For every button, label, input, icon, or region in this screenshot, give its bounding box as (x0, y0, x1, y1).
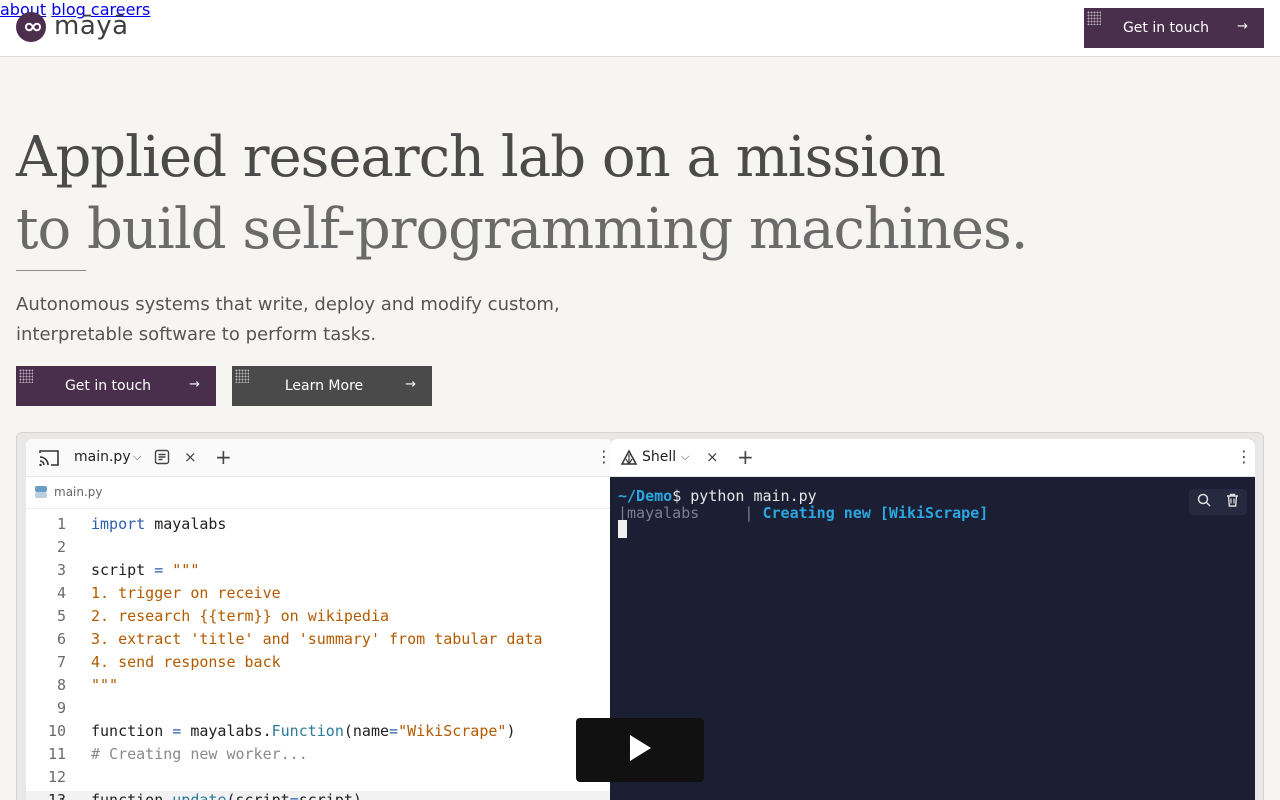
chevron-down-icon[interactable]: ⌵ (681, 450, 689, 464)
hero-title-line-2: to build self-programming machines. (16, 197, 1029, 262)
code-line: 1 import mayalabs (26, 515, 612, 538)
code-editor-pane: main.py ⌵ × + ⋮ main.py 1 import mayalab… (26, 439, 612, 800)
log-message: Creating new [WikiScrape] (753, 504, 989, 522)
terminal-toolbar (1189, 489, 1247, 515)
code-line: 12 (26, 768, 612, 791)
code-line: 4 1. trigger on receive (26, 584, 612, 607)
line-source: 2. research {{term}} on wikipedia (91, 607, 390, 625)
cast-icon[interactable] (38, 449, 60, 471)
chevron-down-icon[interactable]: ⌵ (133, 450, 141, 464)
prompt-symbol: $ (672, 487, 682, 505)
hero-title: Applied research lab on a mission to bui… (16, 122, 1116, 266)
hero-get-in-touch-button[interactable]: Get in touch → (16, 366, 216, 406)
hero-divider (16, 270, 86, 271)
button-label: Learn More (284, 378, 364, 394)
line-number: 3 (56, 561, 66, 579)
line-number: 12 (47, 768, 66, 786)
terminal-cursor (618, 520, 627, 538)
button-label: Get in touch (64, 378, 152, 394)
arrow-right-icon: → (189, 377, 200, 392)
document-icon[interactable] (154, 449, 170, 469)
editor-tab-bar: main.py ⌵ × + ⋮ (26, 439, 612, 477)
line-number: 7 (56, 653, 66, 671)
shell-icon (620, 449, 638, 471)
infinity-logo-icon (16, 12, 46, 42)
python-file-icon (34, 485, 48, 502)
add-tab-icon[interactable]: + (737, 445, 754, 469)
code-line: 5 2. research {{term}} on wikipedia (26, 607, 612, 630)
brand-logo[interactable]: māyā (16, 11, 129, 42)
code-line: 8 """ (26, 676, 612, 699)
hero-subtitle-line-1: Autonomous systems that write, deploy an… (16, 294, 560, 315)
log-source: |mayalabs | (618, 504, 754, 522)
line-source: """ (91, 676, 119, 694)
add-tab-icon[interactable]: + (215, 445, 232, 469)
line-number: 9 (56, 699, 66, 717)
hero-title-line-1: Applied research lab on a mission (16, 125, 946, 190)
line-number: 5 (56, 607, 66, 625)
site-header: māyā about blog careers Get in touch → (0, 0, 1280, 57)
shell-pane: Shell ⌵ × + ⋮ ~/Demo$ python main.py |ma… (610, 439, 1255, 800)
line-source: script = """ (91, 561, 200, 579)
prompt-path: ~/Demo (618, 487, 673, 505)
line-number: 6 (56, 630, 66, 648)
line-number: 13 (47, 791, 66, 800)
terminal-output[interactable]: ~/Demo$ python main.py |mayalabs | Creat… (610, 477, 1255, 800)
line-number: 11 (47, 745, 66, 763)
line-number: 2 (56, 538, 66, 556)
terminal-command-line: ~/Demo$ python main.py (618, 487, 817, 505)
terminal-log-line: |mayalabs | Creating new [WikiScrape] (618, 504, 988, 522)
brand-name: māyā (54, 11, 129, 41)
line-source: function.update(script=script) (91, 791, 362, 800)
header-get-in-touch-button[interactable]: Get in touch → (1084, 8, 1264, 48)
dot-pattern-decoration (19, 369, 33, 383)
code-line: 7 4. send response back (26, 653, 612, 676)
line-source: import mayalabs (91, 515, 227, 533)
code-line: 6 3. extract 'title' and 'summary' from … (26, 630, 612, 653)
line-source: 3. extract 'title' and 'summary' from ta… (91, 630, 543, 648)
close-tab-icon[interactable]: × (706, 448, 719, 466)
line-source: 4. send response back (91, 653, 281, 671)
search-icon[interactable] (1197, 493, 1211, 511)
breadcrumb-file[interactable]: main.py (54, 485, 103, 499)
line-number: 8 (56, 676, 66, 694)
shell-tab-bar: Shell ⌵ × + ⋮ (610, 439, 1255, 477)
tab-main-py[interactable]: main.py (74, 449, 131, 465)
code-line: 3 script = """ (26, 561, 612, 584)
trash-icon[interactable] (1226, 493, 1239, 511)
hero-subtitle: Autonomous systems that write, deploy an… (16, 290, 616, 350)
play-icon (628, 734, 652, 766)
dot-pattern-decoration (1087, 11, 1101, 25)
code-line: 11 # Creating new worker... (26, 745, 612, 768)
hero-subtitle-line-2: interpretable software to perform tasks. (16, 324, 377, 345)
more-options-icon[interactable]: ⋮ (1236, 447, 1252, 466)
code-line: 2 (26, 538, 612, 561)
arrow-right-icon: → (1237, 19, 1248, 34)
tab-shell[interactable]: Shell (642, 449, 676, 465)
close-tab-icon[interactable]: × (184, 448, 197, 466)
line-number: 4 (56, 584, 66, 602)
line-source: # Creating new worker... (91, 745, 308, 763)
arrow-right-icon: → (405, 377, 416, 392)
video-play-button[interactable] (576, 718, 704, 782)
code-line-active: 13 function.update(script=script) (26, 791, 612, 800)
button-label: Get in touch (1122, 20, 1210, 36)
line-source: 1. trigger on receive (91, 584, 281, 602)
code-line: 9 (26, 699, 612, 722)
line-number: 10 (47, 722, 66, 740)
code-line: 10 function = mayalabs.Function(name="Wi… (26, 722, 612, 745)
dot-pattern-decoration (235, 369, 249, 383)
line-source: function = mayalabs.Function(name="WikiS… (91, 722, 516, 740)
terminal-command: python main.py (681, 487, 817, 505)
line-number: 1 (56, 515, 66, 533)
file-breadcrumb: main.py (26, 477, 612, 509)
learn-more-button[interactable]: Learn More → (232, 366, 432, 406)
